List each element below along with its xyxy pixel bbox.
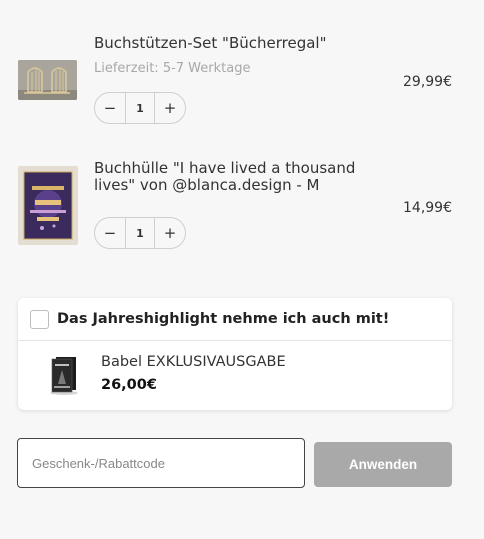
upsell-product-name[interactable]: Babel EXKLUSIVAUSGABE xyxy=(101,354,286,370)
decrease-quantity-button[interactable]: − xyxy=(95,218,125,248)
quantity-stepper: − 1 + xyxy=(94,92,186,124)
quantity-value[interactable]: 1 xyxy=(125,218,155,248)
coupon-code-input[interactable] xyxy=(17,438,305,488)
item-price: 29,99€ xyxy=(403,74,452,90)
upsell-checkbox[interactable] xyxy=(30,310,49,329)
increase-quantity-button[interactable]: + xyxy=(155,93,185,123)
upsell-card: Das Jahreshighlight nehme ich auch mit! … xyxy=(18,298,452,410)
item-price: 14,99€ xyxy=(403,200,452,216)
upsell-label[interactable]: Das Jahreshighlight nehme ich auch mit! xyxy=(57,311,389,327)
quantity-stepper: − 1 + xyxy=(94,217,186,249)
upsell-product-price: 26,00€ xyxy=(101,377,157,393)
upsell-header[interactable]: Das Jahreshighlight nehme ich auch mit! xyxy=(18,298,452,341)
book-cover-thumbnail[interactable] xyxy=(44,354,84,400)
bookends-thumbnail[interactable] xyxy=(18,60,77,100)
increase-quantity-button[interactable]: + xyxy=(155,218,185,248)
decrease-quantity-button[interactable]: − xyxy=(95,93,125,123)
cart-page: Buchstützen-Set "Bücherregal" Lieferzeit… xyxy=(0,0,484,539)
book-sleeve-thumbnail[interactable] xyxy=(18,166,78,245)
item-title[interactable]: Buchhülle "I have lived a thousand lives… xyxy=(94,160,384,194)
quantity-value[interactable]: 1 xyxy=(125,93,155,123)
delivery-time: Lieferzeit: 5-7 Werktage xyxy=(94,61,251,76)
apply-coupon-button[interactable]: Anwenden xyxy=(314,442,452,487)
item-title[interactable]: Buchstützen-Set "Bücherregal" xyxy=(94,35,384,52)
